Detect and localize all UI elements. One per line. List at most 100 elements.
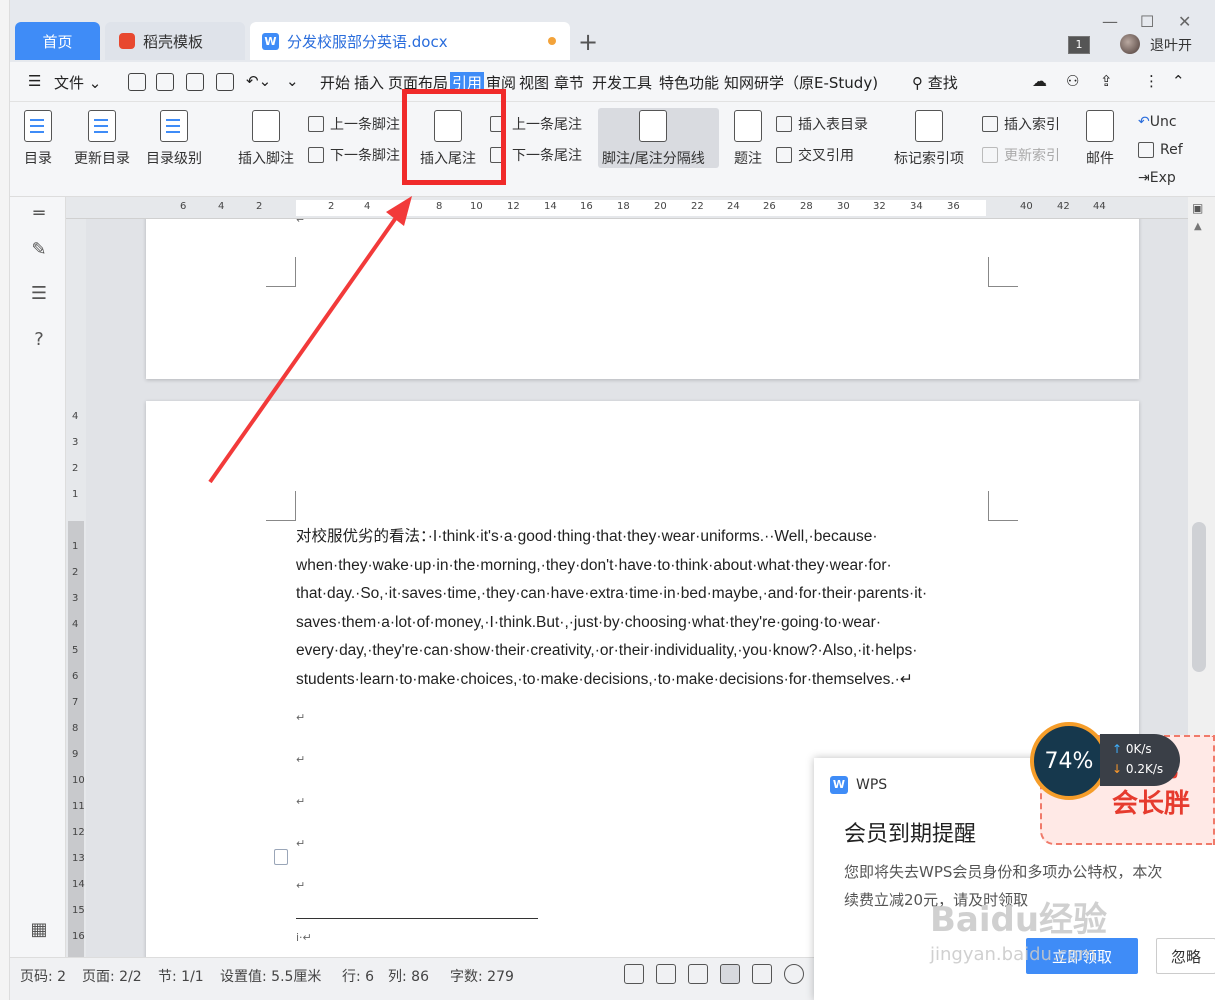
reading-mode-icon[interactable] bbox=[656, 964, 676, 984]
share-icon[interactable]: ⇪ bbox=[1100, 72, 1113, 90]
ruler-tick: 36 bbox=[947, 201, 960, 212]
minimize-button[interactable]: — bbox=[1102, 12, 1118, 31]
popup-brand-label: WPS bbox=[856, 777, 888, 793]
cloud-icon[interactable]: ☁ bbox=[1032, 72, 1047, 90]
menu-chapter[interactable]: 章节 bbox=[554, 72, 584, 93]
text-line: every·day,·they're·can·show·their·creati… bbox=[296, 642, 918, 659]
panel-handle-icon[interactable]: ═ bbox=[28, 203, 50, 225]
menu-special[interactable]: 特色功能 bbox=[659, 72, 719, 93]
annotation-highlight-box bbox=[402, 89, 506, 185]
cross-ref-button[interactable]: 交叉引用 bbox=[776, 145, 854, 165]
scroll-up-icon[interactable]: ▲ bbox=[1194, 221, 1202, 232]
footnote-icon bbox=[252, 110, 280, 142]
footnote-separator-button[interactable]: 脚注/尾注分隔线 bbox=[602, 110, 705, 168]
caption-button[interactable]: 题注 bbox=[734, 110, 762, 168]
ruler-tick: 32 bbox=[873, 201, 886, 212]
toc-level-button[interactable]: 目录级别 bbox=[146, 110, 202, 168]
collapse-ribbon-icon[interactable]: ⌃ bbox=[1172, 72, 1185, 90]
status-column[interactable]: 列: 86 bbox=[388, 966, 429, 986]
next-footnote-button[interactable]: 下一条脚注 bbox=[308, 145, 400, 165]
undo-ref-button[interactable]: ↶ Unc bbox=[1138, 114, 1177, 130]
ruler-tick: 8 bbox=[436, 201, 443, 212]
insert-table-toc-button[interactable]: 插入表目录 bbox=[776, 114, 868, 134]
vruler-margin-area bbox=[68, 521, 84, 957]
status-setting[interactable]: 设置值: 5.5厘米 bbox=[220, 966, 321, 986]
tab-home[interactable]: 首页 bbox=[15, 22, 100, 60]
vruler-tick: 15 bbox=[72, 905, 85, 916]
ruler-tick: 26 bbox=[763, 201, 776, 212]
avatar[interactable] bbox=[1120, 34, 1140, 54]
paragraph-layout-icon[interactable] bbox=[274, 849, 288, 865]
undo-ref-icon: ↶ bbox=[1138, 114, 1150, 130]
hamburger-icon[interactable]: ☰ bbox=[28, 72, 41, 90]
network-speed-widget[interactable]: 74% 0K/s 0.2K/s bbox=[1030, 722, 1180, 802]
add-user-icon[interactable]: ⚇ bbox=[1066, 72, 1079, 90]
ref-button[interactable]: Ref bbox=[1138, 142, 1183, 158]
status-section[interactable]: 节: 1/1 bbox=[158, 966, 204, 986]
help-icon[interactable]: ? bbox=[28, 329, 50, 351]
document-body[interactable]: 对校服优劣的看法：·I·think·it's·a·good·thing·that… bbox=[296, 523, 996, 694]
status-row[interactable]: 行: 6 bbox=[342, 966, 374, 986]
menu-view[interactable]: 视图 bbox=[519, 72, 549, 93]
ruler-tick: 28 bbox=[800, 201, 813, 212]
horizontal-ruler[interactable]: 6 4 2 2 4 6 8 10 12 14 16 18 20 22 24 26… bbox=[66, 197, 1188, 219]
paragraph-mark: ↵ bbox=[296, 753, 306, 766]
more-dropdown-icon[interactable]: ⌄ bbox=[286, 72, 299, 90]
adjust-icon[interactable]: ☰ bbox=[28, 283, 50, 305]
status-word-count[interactable]: 字数: 279 bbox=[450, 966, 514, 986]
new-tab-button[interactable]: + bbox=[578, 28, 598, 56]
tab-daoke-templates[interactable]: 稻壳模板 bbox=[105, 22, 245, 60]
more-options-icon[interactable]: ⋮ bbox=[1144, 72, 1159, 90]
vruler-tick: 4 bbox=[72, 619, 79, 630]
exp-button[interactable]: ⇥ Exp bbox=[1138, 170, 1176, 186]
crop-mark bbox=[988, 257, 1018, 287]
user-name[interactable]: 退叶开 bbox=[1150, 35, 1192, 55]
next-endnote-label: 下一条尾注 bbox=[512, 148, 582, 164]
text-line: that·day.·So,·it·saves·time,·they·can·ha… bbox=[296, 585, 928, 602]
undo-icon[interactable]: ↶⌄ bbox=[246, 72, 271, 90]
search-button[interactable]: ⚲ 查找 bbox=[912, 72, 958, 93]
menu-start[interactable]: 开始 bbox=[320, 72, 350, 93]
fullscreen-icon[interactable] bbox=[624, 964, 644, 984]
ruler-tick: 2 bbox=[328, 201, 335, 212]
vertical-ruler[interactable]: 4 3 2 1 1 2 3 4 5 6 7 8 9 10 11 12 13 14… bbox=[66, 219, 86, 957]
print-icon[interactable] bbox=[186, 73, 204, 91]
toc-button[interactable]: 目录 bbox=[24, 110, 52, 168]
update-index-button[interactable]: 更新索引 bbox=[982, 145, 1060, 165]
web-view-icon[interactable] bbox=[784, 964, 804, 984]
word-doc-icon: W bbox=[262, 32, 279, 50]
update-index-icon bbox=[982, 147, 998, 163]
edit-mode-icon[interactable] bbox=[688, 964, 708, 984]
ignore-button[interactable]: 忽略 bbox=[1156, 938, 1215, 974]
tab-daoke-label: 稻壳模板 bbox=[143, 32, 204, 51]
mark-index-button[interactable]: 标记索引项 bbox=[894, 110, 964, 168]
insert-footnote-button[interactable]: 插入脚注 bbox=[238, 110, 294, 168]
menu-insert[interactable]: 插入 bbox=[354, 72, 384, 93]
status-page-number[interactable]: 页码: 2 bbox=[20, 966, 66, 986]
insert-footnote-label: 插入脚注 bbox=[238, 151, 294, 167]
file-menu[interactable]: 文件 ⌄ bbox=[54, 72, 101, 93]
export-icon[interactable] bbox=[156, 73, 174, 91]
scroll-menu-icon[interactable]: ▣ bbox=[1192, 201, 1203, 215]
menu-dev-tools[interactable]: 开发工具 bbox=[592, 72, 652, 93]
page-1[interactable]: ↵ bbox=[146, 219, 1139, 379]
apps-grid-icon[interactable]: ▦ bbox=[28, 919, 50, 941]
menu-cnki[interactable]: 知网研学（原E-Study) bbox=[724, 72, 878, 93]
mail-button[interactable]: 邮件 bbox=[1086, 110, 1114, 168]
insert-index-button[interactable]: 插入索引 bbox=[982, 114, 1060, 134]
tab-document[interactable]: W 分发校服部分英语.docx bbox=[250, 22, 570, 60]
update-toc-button[interactable]: 更新目录 bbox=[74, 110, 130, 168]
status-pages[interactable]: 页面: 2/2 bbox=[82, 966, 142, 986]
maximize-button[interactable]: ☐ bbox=[1140, 12, 1154, 31]
page-view-icon[interactable] bbox=[720, 964, 740, 984]
pen-icon[interactable]: ✎ bbox=[28, 239, 50, 261]
prev-footnote-button[interactable]: 上一条脚注 bbox=[308, 114, 400, 134]
paragraph-mark: ↵ bbox=[296, 837, 306, 850]
scrollbar-thumb[interactable] bbox=[1192, 522, 1206, 672]
close-button[interactable]: ✕ bbox=[1178, 12, 1191, 31]
outline-view-icon[interactable] bbox=[752, 964, 772, 984]
save-icon[interactable] bbox=[128, 73, 146, 91]
print-preview-icon[interactable] bbox=[216, 73, 234, 91]
window-count-badge[interactable]: 1 bbox=[1068, 36, 1090, 54]
ruler-tick: 6 bbox=[400, 201, 407, 212]
